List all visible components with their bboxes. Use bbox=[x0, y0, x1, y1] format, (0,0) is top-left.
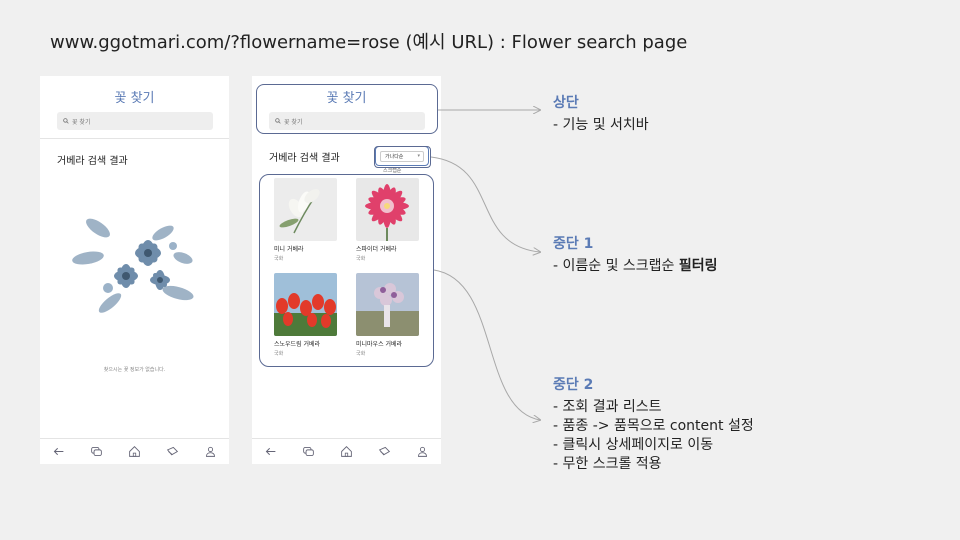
annotation-line: - 무한 스크롤 적용 bbox=[553, 456, 662, 472]
divider bbox=[40, 138, 229, 139]
result-category: 국화 bbox=[356, 256, 366, 262]
annotation-line: - 기능 및 서치바 bbox=[553, 117, 649, 133]
chat-icon[interactable] bbox=[89, 444, 105, 460]
result-name: 미니 거베라 bbox=[274, 246, 304, 253]
back-arrow-icon[interactable] bbox=[263, 444, 279, 460]
result-heading: 거베라 검색 결과 bbox=[269, 153, 340, 164]
bottom-nav bbox=[252, 438, 441, 464]
page-title: 꽃 찾기 bbox=[326, 91, 367, 106]
result-heading: 거베라 검색 결과 bbox=[57, 156, 128, 167]
sort-selected: 가나다순 bbox=[385, 154, 404, 160]
result-name: 스파이더 거베라 bbox=[356, 246, 397, 253]
user-icon[interactable] bbox=[414, 444, 430, 460]
user-icon[interactable] bbox=[202, 444, 218, 460]
search-icon bbox=[275, 118, 281, 124]
search-input[interactable]: 꽃 찾기 bbox=[57, 112, 213, 130]
empty-message: 찾으시는 꽃 정보가 없습니다. bbox=[103, 367, 166, 373]
home-icon[interactable] bbox=[126, 444, 142, 460]
result-category: 국화 bbox=[274, 351, 284, 357]
annotation-heading: 중단 2 bbox=[553, 377, 594, 393]
page-title: 꽃 찾기 bbox=[114, 91, 155, 106]
card-icon[interactable] bbox=[376, 444, 392, 460]
search-input[interactable]: 꽃 찾기 bbox=[269, 112, 425, 130]
phone-empty-result: 꽃 찾기 꽃 찾기 거베라 검색 결과 찾으시는 꽃 정보가 없습니다. bbox=[40, 76, 229, 464]
annotation-line: - 클릭시 상세페이지로 이동 bbox=[553, 437, 714, 453]
result-category: 국화 bbox=[356, 351, 366, 357]
result-name: 스노우드림 거베라 bbox=[274, 341, 321, 348]
back-arrow-icon[interactable] bbox=[51, 444, 67, 460]
result-category: 국화 bbox=[274, 256, 284, 262]
sort-dropdown[interactable]: 가나다순 ▾ bbox=[375, 146, 429, 166]
result-card[interactable]: 스노우드림 거베라 국화 bbox=[274, 273, 340, 357]
result-card[interactable]: 스파이더 거베라 국화 bbox=[356, 178, 422, 262]
annotation-line: - 품종 -> 품목으로 content 설정 bbox=[553, 418, 754, 434]
phone-search-results: 꽃 찾기 꽃 찾기 거베라 검색 결과 가나다순 ▾ 스크랩순 미니 거베라 국… bbox=[252, 76, 441, 464]
annotation-line: - 이름순 및 스크랩순 필터링 bbox=[553, 258, 718, 274]
annotation-heading: 중단 1 bbox=[553, 236, 594, 252]
flower-image bbox=[274, 273, 337, 336]
slide-title: www.ggotmari.com/?flowername=rose (예시 UR… bbox=[50, 32, 688, 53]
card-icon[interactable] bbox=[164, 444, 180, 460]
flower-image bbox=[356, 273, 419, 336]
home-icon[interactable] bbox=[338, 444, 354, 460]
chat-icon[interactable] bbox=[301, 444, 317, 460]
result-card[interactable]: 미니 거베라 국화 bbox=[274, 178, 340, 262]
bottom-nav bbox=[40, 438, 229, 464]
search-placeholder: 꽃 찾기 bbox=[72, 118, 91, 126]
annotation-middle1: 중단 1 - 이름순 및 스크랩순 필터링 bbox=[553, 233, 718, 276]
result-card[interactable]: 미니마우스 거베라 국화 bbox=[356, 273, 422, 357]
chevron-down-icon: ▾ bbox=[417, 153, 420, 159]
flower-image bbox=[356, 178, 419, 241]
annotation-middle2: 중단 2 - 조회 결과 리스트 - 품종 -> 품목으로 content 설정… bbox=[553, 374, 754, 474]
flower-image bbox=[274, 178, 337, 241]
annotation-line: - 조회 결과 리스트 bbox=[553, 399, 662, 415]
result-name: 미니마우스 거베라 bbox=[356, 341, 403, 348]
search-icon bbox=[63, 118, 69, 124]
annotation-heading: 상단 bbox=[553, 95, 579, 111]
sort-option[interactable]: 스크랩순 bbox=[383, 167, 401, 174]
flower-illustration bbox=[68, 198, 200, 328]
search-placeholder: 꽃 찾기 bbox=[284, 118, 303, 126]
annotation-top: 상단 - 기능 및 서치바 bbox=[553, 92, 649, 135]
